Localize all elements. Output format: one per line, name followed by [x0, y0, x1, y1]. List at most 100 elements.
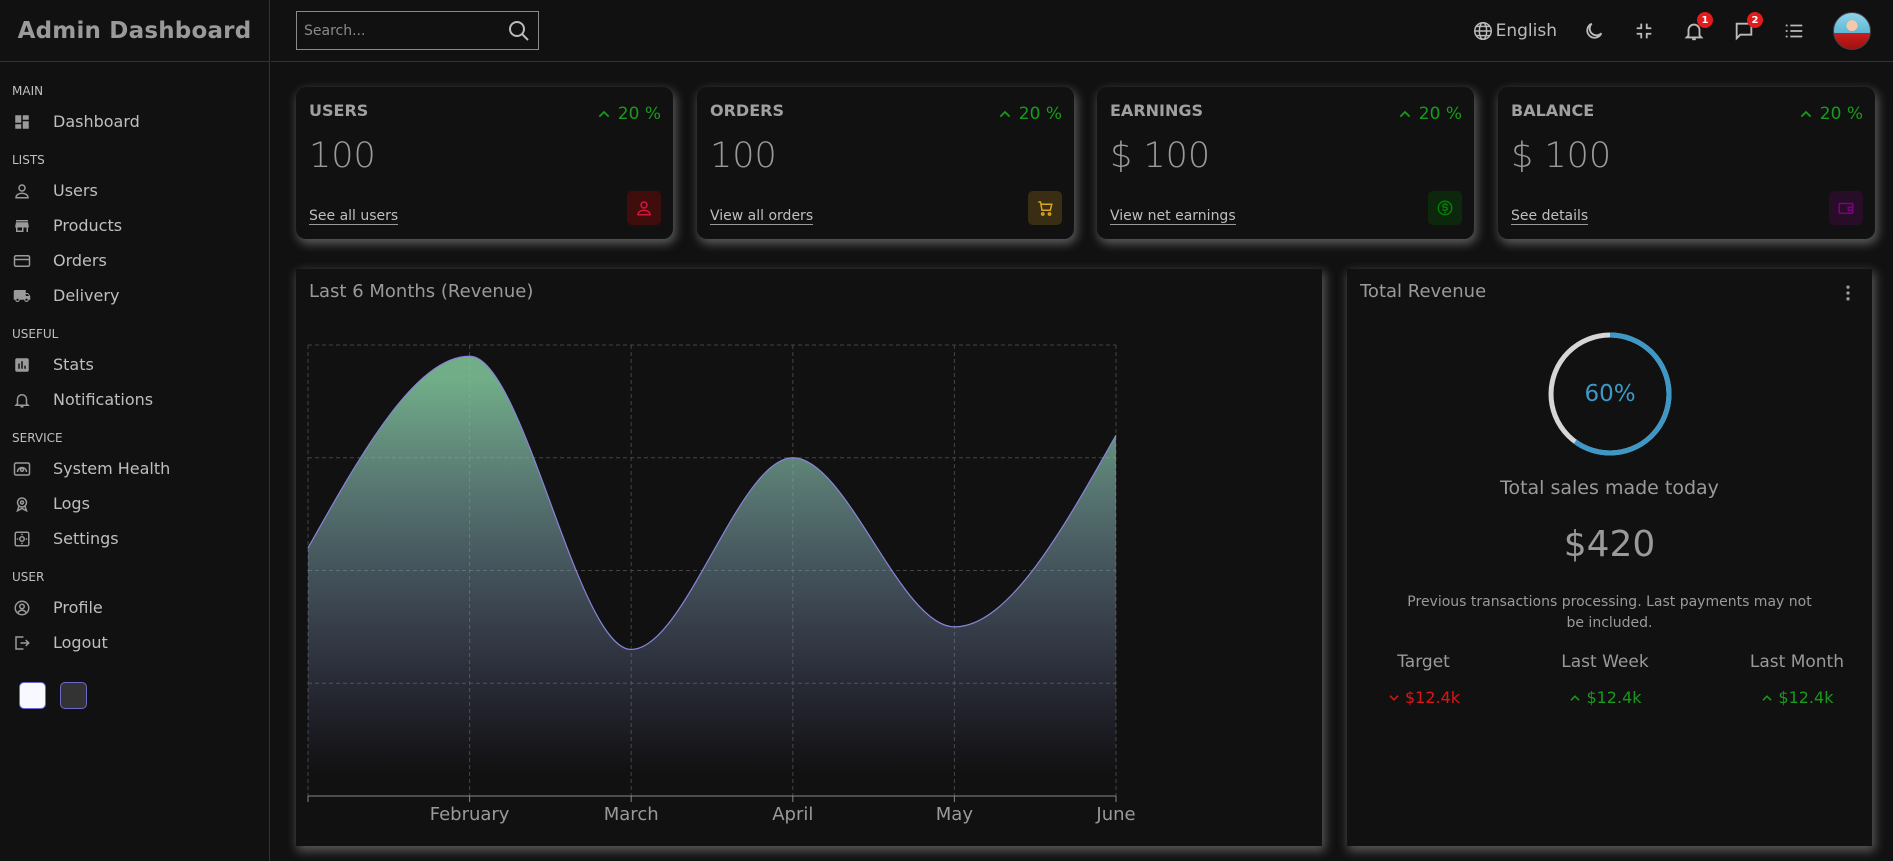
- stat-title: Target: [1397, 652, 1450, 672]
- section-title-service: SERVICE: [12, 431, 63, 445]
- revenue-chart-panel: Last 6 Months (Revenue) February March Apr…: [296, 269, 1322, 846]
- sidebar-item-label: Stats: [53, 355, 94, 374]
- stat-value: $12.4k: [1750, 688, 1844, 707]
- section-title-useful: USEFUL: [12, 327, 59, 341]
- stat-title: Last Week: [1561, 652, 1649, 672]
- sidebar-item-stats[interactable]: Stats: [12, 347, 269, 382]
- messages-button[interactable]: 2: [1731, 12, 1763, 44]
- widget-balance: BALANCE 20 % $ 100 See details: [1498, 87, 1875, 239]
- sidebar-item-label: Products: [53, 216, 123, 235]
- fullscreen-exit-button[interactable]: [1631, 18, 1657, 44]
- sidebar-item-dashboard[interactable]: Dashboard: [12, 104, 269, 139]
- stat-target: Target $12.4k: [1387, 652, 1460, 707]
- wallet-icon: [1829, 191, 1863, 225]
- widget-percentage: 20 %: [596, 104, 661, 124]
- total-revenue-panel: Total Revenue 60% Total sales made today…: [1347, 269, 1872, 846]
- logout-icon: [12, 633, 32, 653]
- topbar-actions: English 1 2: [1472, 0, 1893, 62]
- percentage-value: 20 %: [1018, 104, 1062, 124]
- sidebar-item-system-health[interactable]: System Health: [12, 451, 269, 486]
- sidebar-item-label: Logout: [53, 633, 108, 652]
- bar-chart-icon: [12, 355, 32, 375]
- sidebar: Admin Dashboard MAIN Dashboard LISTS Use…: [0, 0, 270, 861]
- widget-percentage: 20 %: [1798, 104, 1863, 124]
- sidebar-nav: MAIN Dashboard LISTS Users Products Orde…: [0, 62, 269, 709]
- stat-last-week: Last Week $12.4k: [1561, 652, 1648, 707]
- notifications-button[interactable]: 1: [1681, 12, 1713, 44]
- sidebar-item-users[interactable]: Users: [12, 173, 269, 208]
- sidebar-item-label: Orders: [53, 251, 107, 270]
- see-details-link[interactable]: See details: [1511, 208, 1589, 225]
- sidebar-item-label: Dashboard: [53, 112, 140, 131]
- view-net-earnings-link[interactable]: View net earnings: [1110, 208, 1236, 225]
- messages-badge: 2: [1747, 12, 1763, 28]
- sidebar-item-logs[interactable]: Logs: [12, 486, 269, 521]
- progress-label: 60%: [1584, 381, 1636, 407]
- sidebar-item-orders[interactable]: Orders: [12, 243, 269, 278]
- credit-card-icon: [12, 251, 32, 271]
- stat-value: $12.4k: [1561, 688, 1648, 707]
- language-selector[interactable]: English: [1472, 20, 1557, 42]
- revenue-note: Previous transactions processing. Last p…: [1407, 594, 1812, 631]
- stat-amount: $12.4k: [1405, 688, 1461, 707]
- dark-theme-button[interactable]: [60, 682, 87, 709]
- topbar: English 1 2: [271, 0, 1893, 62]
- widget-value: $ 100: [1511, 136, 1612, 176]
- revenue-amount: $420: [1563, 524, 1656, 565]
- sidebar-item-delivery[interactable]: Delivery: [12, 278, 269, 313]
- widget-users: USERS 20 % 100 See all users: [296, 87, 673, 239]
- sidebar-item-label: System Health: [53, 459, 171, 478]
- chevron-up-icon: [1762, 694, 1773, 701]
- x-axis-tick-label: April: [772, 804, 813, 825]
- section-title-lists: LISTS: [12, 153, 45, 167]
- sidebar-item-profile[interactable]: Profile: [12, 590, 269, 625]
- chevron-up-icon: [598, 110, 610, 118]
- widget-orders: ORDERS 20 % 100 View all orders: [697, 87, 1074, 239]
- chevron-up-icon: [1800, 110, 1812, 118]
- more-vert-icon[interactable]: [1838, 283, 1858, 303]
- sidebar-item-products[interactable]: Products: [12, 208, 269, 243]
- section-title-user: USER: [12, 570, 45, 584]
- percentage-value: 20 %: [617, 104, 661, 124]
- sidebar-item-settings[interactable]: Settings: [12, 521, 269, 556]
- logo-area: Admin Dashboard: [0, 0, 269, 62]
- sidebar-item-label: Users: [53, 181, 98, 200]
- sidebar-item-logout[interactable]: Logout: [12, 625, 269, 660]
- fullscreen-exit-icon: [1636, 23, 1652, 39]
- notifications-badge: 1: [1697, 12, 1713, 28]
- chevron-down-icon: [1389, 694, 1399, 701]
- search-box: [296, 11, 539, 50]
- percentage-value: 20 %: [1819, 104, 1863, 124]
- list-menu-button[interactable]: [1781, 18, 1807, 44]
- logs-icon: [12, 494, 32, 514]
- sidebar-item-label: Settings: [53, 529, 119, 548]
- truck-icon: [12, 286, 32, 306]
- view-all-orders-link[interactable]: View all orders: [710, 208, 814, 225]
- revenue-stats: Target $12.4k Last Week $12.4k Last Mont…: [1347, 652, 1872, 707]
- widget-percentage: 20 %: [997, 104, 1062, 124]
- see-all-users-link[interactable]: See all users: [309, 208, 399, 225]
- cart-icon: [1028, 191, 1062, 225]
- revenue-subtitle: Total sales made today: [1500, 477, 1719, 499]
- search-icon[interactable]: [507, 19, 531, 43]
- area-fill: [308, 356, 1116, 796]
- x-axis-tick-label: June: [1095, 804, 1135, 825]
- stat-value: $12.4k: [1387, 688, 1460, 707]
- sidebar-item-notifications[interactable]: Notifications: [12, 382, 269, 417]
- widget-value: 100: [309, 136, 376, 176]
- light-theme-button[interactable]: [19, 682, 46, 709]
- logo[interactable]: Admin Dashboard: [18, 18, 252, 44]
- stat-last-month: Last Month $12.4k: [1750, 652, 1844, 707]
- chevron-up-icon: [999, 110, 1011, 118]
- widget-earnings: EARNINGS 20 % $ 100 View net earnings: [1097, 87, 1474, 239]
- profile-icon: [12, 598, 32, 618]
- list-icon: [1785, 24, 1803, 38]
- search-input[interactable]: [297, 22, 497, 39]
- avatar[interactable]: [1833, 12, 1871, 50]
- x-axis-tick-label: March: [604, 804, 659, 825]
- stat-amount: $12.4k: [1778, 688, 1834, 707]
- stat-title: Last Month: [1749, 652, 1844, 672]
- stat-amount: $12.4k: [1586, 688, 1642, 707]
- dark-mode-toggle[interactable]: [1581, 18, 1607, 44]
- moon-icon: [1586, 22, 1603, 39]
